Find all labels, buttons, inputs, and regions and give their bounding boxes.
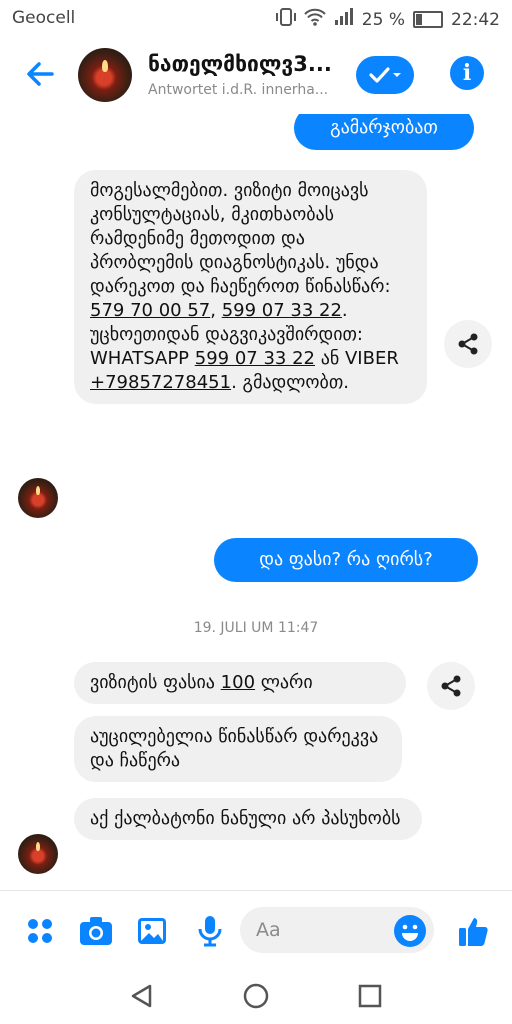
phone-link[interactable]: 599 07 33 22 xyxy=(222,300,342,321)
incoming-message[interactable]: აქ ქალბატონი ნანული არ პასუხობს xyxy=(74,798,422,840)
more-apps-icon[interactable] xyxy=(22,913,58,949)
info-icon[interactable]: i xyxy=(450,56,484,90)
share-icon[interactable] xyxy=(444,320,492,368)
wifi-icon xyxy=(304,8,326,31)
battery-percent: 25 % xyxy=(361,9,405,30)
recent-apps-icon[interactable] xyxy=(356,982,384,1010)
phone-link[interactable]: 599 07 33 22 xyxy=(195,348,315,369)
response-time-note: Antwortet i.d.R. innerha... xyxy=(148,82,329,98)
back-icon[interactable] xyxy=(128,982,156,1010)
incoming-message[interactable]: აუცილებელია წინასწარ დარეკვა და ჩაწერა xyxy=(74,716,402,782)
status-bar: Geocell 25 % 22:42 xyxy=(0,0,512,36)
message-list[interactable]: გამარჯობათ მოგესალმებით. ვიზიტი მოიცავს … xyxy=(0,114,512,890)
phone-link[interactable]: +79857278451 xyxy=(90,372,231,393)
gallery-icon[interactable] xyxy=(134,913,170,949)
incoming-message[interactable]: მოგესალმებით. ვიზიტი მოიცავს კონსულტაცია… xyxy=(74,170,427,404)
carrier-name: Geocell xyxy=(12,8,76,28)
contact-avatar[interactable] xyxy=(78,48,132,102)
message-input-placeholder: Aa xyxy=(256,919,281,941)
thumbs-up-icon[interactable] xyxy=(456,913,492,949)
outgoing-message[interactable]: და ფასი? რა ღირს? xyxy=(214,538,478,582)
message-composer: Aa xyxy=(0,890,512,971)
phone-link[interactable]: 579 70 00 57 xyxy=(90,300,210,321)
conversation-header: ნათელმხილვ3... Antwortet i.d.R. innerha.… xyxy=(0,36,512,114)
home-icon[interactable] xyxy=(242,982,270,1010)
microphone-icon[interactable] xyxy=(192,913,228,949)
contact-name[interactable]: ნათელმხილვ3... xyxy=(148,52,343,76)
system-navigation-bar xyxy=(0,970,512,1024)
sender-avatar[interactable] xyxy=(18,834,58,874)
battery-icon xyxy=(413,11,443,28)
check-dropdown-button[interactable] xyxy=(356,56,414,94)
status-icons: 25 % 22:42 xyxy=(275,8,500,31)
camera-icon[interactable] xyxy=(78,913,114,949)
price-value: 100 xyxy=(220,672,256,693)
emoji-icon[interactable] xyxy=(392,913,428,949)
sender-avatar[interactable] xyxy=(18,478,58,518)
back-arrow-icon[interactable] xyxy=(22,56,58,92)
vibrate-icon xyxy=(275,8,296,31)
clock: 22:42 xyxy=(451,9,500,30)
share-icon[interactable] xyxy=(427,662,475,710)
incoming-message[interactable]: ვიზიტის ფასია 100 ლარი xyxy=(74,662,406,704)
message-timestamp: 19. JULI UM 11:47 xyxy=(193,620,319,636)
signal-icon xyxy=(334,8,354,31)
outgoing-message[interactable]: გამარჯობათ xyxy=(294,114,474,150)
